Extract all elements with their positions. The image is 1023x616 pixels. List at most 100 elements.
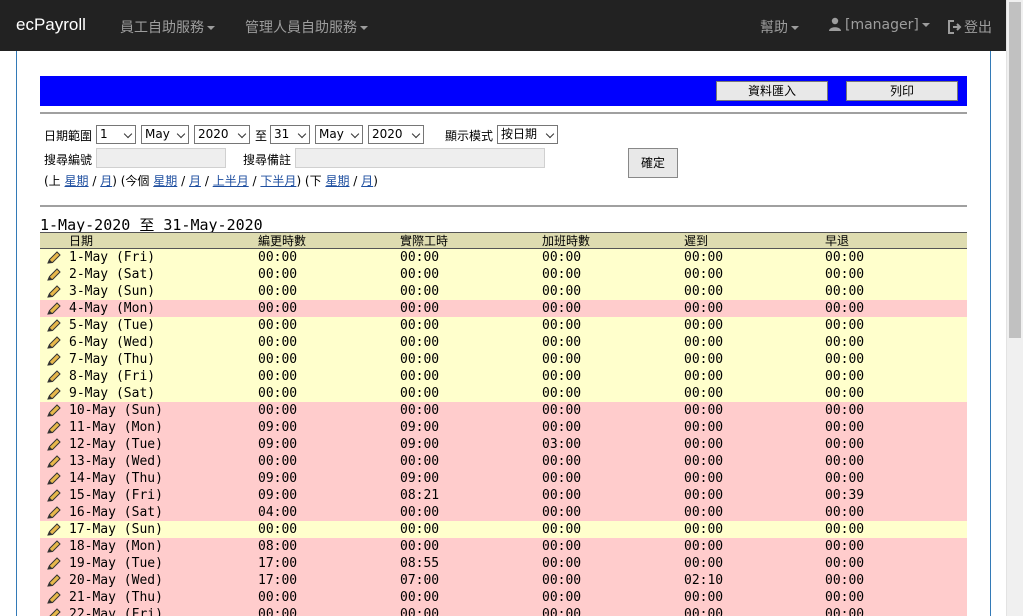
to-year-select[interactable]: 2020	[368, 125, 424, 144]
edit-pencil-icon[interactable]	[47, 285, 61, 298]
shift-hours-cell: 00:00	[258, 352, 298, 367]
early-leave-cell: 00:00	[825, 284, 865, 299]
display-mode-select[interactable]: 按日期	[497, 125, 558, 144]
edit-pencil-icon[interactable]	[47, 387, 61, 400]
edit-pencil-icon[interactable]	[47, 336, 61, 349]
search-note-input[interactable]	[295, 148, 545, 168]
menu-user-label: [manager]	[845, 17, 919, 33]
early-leave-cell: 00:39	[825, 488, 865, 503]
actual-hours-cell: 00:00	[400, 369, 440, 384]
late-cell: 00:00	[684, 556, 724, 571]
second-half-month-link[interactable]: 下半月	[260, 174, 296, 188]
chevron-down-icon	[411, 129, 421, 139]
this-week-link[interactable]: 星期	[153, 174, 177, 188]
next-week-link[interactable]: 星期	[325, 174, 349, 188]
sep-text: /	[181, 174, 186, 188]
early-leave-cell: 00:00	[825, 505, 865, 520]
overtime-cell: 00:00	[542, 403, 582, 418]
edit-pencil-icon[interactable]	[47, 438, 61, 451]
prev-week-link[interactable]: 星期	[65, 174, 89, 188]
from-day-select[interactable]: 1	[96, 125, 136, 144]
edit-pencil-icon[interactable]	[47, 523, 61, 536]
next-month-link[interactable]: 月	[361, 174, 373, 188]
actual-hours-cell: 09:00	[400, 420, 440, 435]
early-leave-cell: 00:00	[825, 556, 865, 571]
late-cell: 00:00	[684, 590, 724, 605]
edit-pencil-icon[interactable]	[47, 370, 61, 383]
menu-user[interactable]: [manager]	[828, 17, 930, 33]
from-year-select[interactable]: 2020	[194, 125, 250, 144]
edit-pencil-icon[interactable]	[47, 421, 61, 434]
shift-hours-cell: 00:00	[258, 403, 298, 418]
scrollbar-thumb[interactable]	[1009, 2, 1021, 338]
date-cell: 20-May (Wed)	[69, 573, 163, 588]
table-row: 14-May (Thu) 09:00 09:00 00:00 00:00 00:00	[40, 470, 967, 487]
chevron-down-icon	[545, 129, 555, 139]
edit-pencil-icon[interactable]	[47, 540, 61, 553]
caret-down-icon	[921, 23, 930, 27]
logout-link[interactable]: 登出	[948, 17, 992, 37]
date-cell: 4-May (Mon)	[69, 301, 156, 316]
overtime-cell: 00:00	[542, 369, 582, 384]
early-leave-cell: 00:00	[825, 471, 865, 486]
table-row: 19-May (Tue) 17:00 08:55 00:00 00:00 00:00	[40, 555, 967, 572]
edit-pencil-icon[interactable]	[47, 353, 61, 366]
menu-employee-self-service[interactable]: 員工自助服務	[120, 17, 215, 37]
actual-hours-cell: 00:00	[400, 352, 440, 367]
edit-pencil-icon[interactable]	[47, 506, 61, 519]
search-id-label: 搜尋編號	[44, 153, 93, 167]
edit-pencil-icon[interactable]	[47, 608, 61, 616]
actual-hours-cell: 00:00	[400, 301, 440, 316]
to-label: 至	[255, 129, 268, 143]
early-leave-cell: 00:00	[825, 437, 865, 452]
column-header-early-leave: 早退	[825, 234, 850, 248]
early-leave-cell: 00:00	[825, 318, 865, 333]
first-half-month-link[interactable]: 上半月	[213, 174, 249, 188]
print-button[interactable]: 列印	[846, 81, 958, 101]
page-scrollbar[interactable]	[1006, 0, 1023, 616]
search-id-input[interactable]	[96, 148, 226, 168]
shift-hours-cell: 00:00	[258, 522, 298, 537]
date-cell: 8-May (Fri)	[69, 369, 156, 384]
overtime-cell: 00:00	[542, 539, 582, 554]
edit-pencil-icon[interactable]	[47, 574, 61, 587]
edit-pencil-icon[interactable]	[47, 251, 61, 264]
top-navbar: ecPayroll 員工自助服務 管理人員自助服務 幫助 [manager] 登…	[0, 0, 1006, 51]
prev-month-link[interactable]: 月	[100, 174, 112, 188]
edit-pencil-icon[interactable]	[47, 319, 61, 332]
edit-pencil-icon[interactable]	[47, 455, 61, 468]
menu-manager-self-service[interactable]: 管理人員自助服務	[245, 17, 368, 37]
table-body: 1-May (Fri) 00:00 00:00 00:00 00:00 00:00 2-Ma…	[40, 249, 967, 616]
edit-pencil-icon[interactable]	[47, 489, 61, 502]
late-cell: 00:00	[684, 284, 724, 299]
table-row: 1-May (Fri) 00:00 00:00 00:00 00:00 00:00	[40, 249, 967, 266]
brand-logo[interactable]: ecPayroll	[16, 15, 86, 35]
edit-pencil-icon[interactable]	[47, 557, 61, 570]
actual-hours-cell: 00:00	[400, 454, 440, 469]
table-row: 18-May (Mon) 08:00 00:00 00:00 00:00 00:00	[40, 538, 967, 555]
shift-hours-cell: 08:00	[258, 539, 298, 554]
confirm-button[interactable]: 確定	[628, 148, 678, 178]
to-month-select[interactable]: May	[315, 125, 363, 144]
edit-pencil-icon[interactable]	[47, 268, 61, 281]
edit-pencil-icon[interactable]	[47, 404, 61, 417]
this-month-link[interactable]: 月	[189, 174, 201, 188]
early-leave-cell: 00:00	[825, 590, 865, 605]
from-month-select[interactable]: May	[141, 125, 189, 144]
edit-pencil-icon[interactable]	[47, 302, 61, 315]
from-day-value: 1	[100, 127, 108, 141]
early-leave-cell: 00:00	[825, 539, 865, 554]
table-header: 日期 編更時數 實際工時 加班時數 遲到 早退	[40, 232, 967, 249]
date-range-label: 日期範圍	[44, 129, 93, 143]
early-leave-cell: 00:00	[825, 301, 865, 316]
early-leave-cell: 00:00	[825, 522, 865, 537]
overtime-cell: 00:00	[542, 267, 582, 282]
caret-down-icon	[791, 26, 799, 30]
edit-pencil-icon[interactable]	[47, 591, 61, 604]
shift-hours-cell: 09:00	[258, 471, 298, 486]
overtime-cell: 00:00	[542, 522, 582, 537]
edit-pencil-icon[interactable]	[47, 472, 61, 485]
menu-help[interactable]: 幫助	[760, 17, 799, 37]
to-day-select[interactable]: 31	[270, 125, 310, 144]
import-button[interactable]: 資料匯入	[716, 81, 828, 101]
